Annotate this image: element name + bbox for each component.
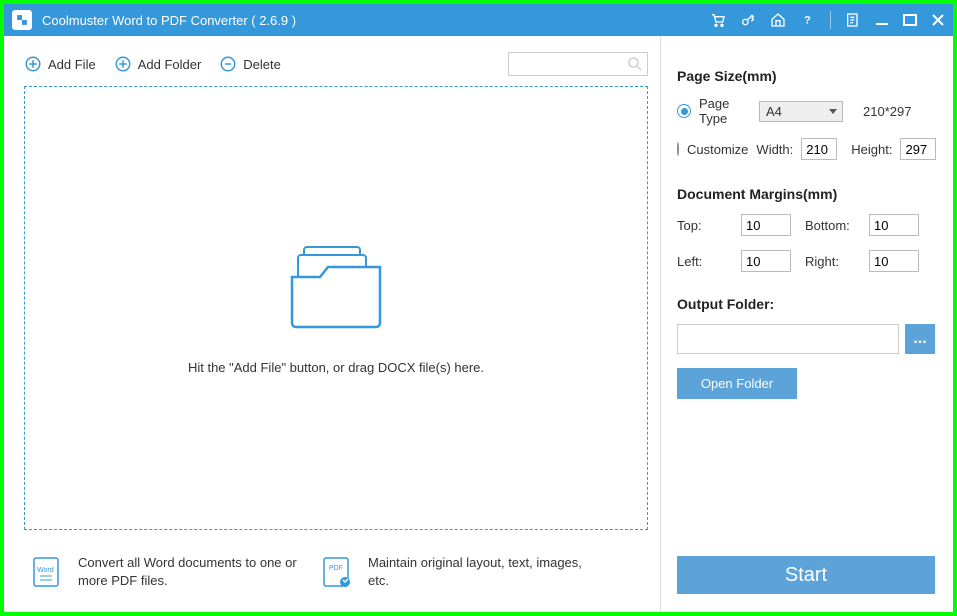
app-icon: [12, 10, 32, 30]
margin-left-label: Left:: [677, 254, 741, 269]
width-label: Width:: [756, 142, 793, 157]
info-maintain-text: Maintain original layout, text, images, …: [368, 554, 588, 589]
help-icon[interactable]: ?: [800, 12, 816, 28]
content: Add File Add Folder Delete: [4, 36, 953, 612]
output-title: Output Folder:: [677, 296, 935, 312]
output-row: ...: [677, 324, 935, 354]
start-button[interactable]: Start: [677, 556, 935, 594]
output-path-input[interactable]: [677, 324, 899, 354]
folder-icon: [286, 241, 386, 336]
key-icon[interactable]: [740, 12, 756, 28]
page-type-row: Page Type A4 210*297: [677, 96, 935, 126]
height-label: Height:: [851, 142, 892, 157]
margin-bottom-input[interactable]: [869, 214, 919, 236]
margin-right-label: Right:: [805, 254, 869, 269]
dropzone[interactable]: Hit the "Add File" button, or drag DOCX …: [24, 86, 648, 530]
titlebar: Coolmuster Word to PDF Converter ( 2.6.9…: [4, 4, 953, 36]
main-panel: Add File Add Folder Delete: [4, 36, 661, 612]
minimize-icon[interactable]: [875, 13, 889, 27]
page-size-title: Page Size(mm): [677, 68, 935, 84]
home-icon[interactable]: [770, 12, 786, 28]
pdf-icon: PDF: [318, 554, 354, 590]
open-folder-button[interactable]: Open Folder: [677, 368, 797, 399]
add-file-button[interactable]: Add File: [24, 55, 96, 73]
add-folder-button[interactable]: Add Folder: [114, 55, 202, 73]
svg-text:?: ?: [804, 14, 811, 26]
delete-button[interactable]: Delete: [219, 55, 281, 73]
page-type-label: Page Type: [699, 96, 751, 126]
customize-radio[interactable]: [677, 142, 679, 156]
delete-label: Delete: [243, 57, 281, 72]
svg-text:PDF: PDF: [329, 565, 343, 572]
maximize-icon[interactable]: [903, 13, 917, 27]
app-window: Coolmuster Word to PDF Converter ( 2.6.9…: [4, 4, 953, 612]
customize-label: Customize: [687, 142, 748, 157]
toolbar: Add File Add Folder Delete: [24, 48, 648, 86]
titlebar-controls: ?: [710, 11, 945, 29]
margin-left-input[interactable]: [741, 250, 791, 272]
bottom-info: Word Convert all Word documents to one o…: [24, 544, 648, 600]
margin-right-input[interactable]: [869, 250, 919, 272]
margin-top-input[interactable]: [741, 214, 791, 236]
browse-button[interactable]: ...: [905, 324, 935, 354]
page-type-radio[interactable]: [677, 104, 691, 118]
add-file-label: Add File: [48, 57, 96, 72]
feedback-icon[interactable]: [845, 12, 861, 28]
info-maintain: PDF Maintain original layout, text, imag…: [318, 554, 588, 590]
search-wrap: [508, 52, 648, 76]
info-convert-text: Convert all Word documents to one or mor…: [78, 554, 298, 589]
add-file-icon: [24, 55, 42, 73]
info-convert: Word Convert all Word documents to one o…: [28, 554, 298, 590]
margin-bottom-label: Bottom:: [805, 218, 869, 233]
search-icon[interactable]: [626, 55, 644, 73]
add-folder-label: Add Folder: [138, 57, 202, 72]
dropzone-text: Hit the "Add File" button, or drag DOCX …: [188, 360, 484, 375]
add-folder-icon: [114, 55, 132, 73]
height-input[interactable]: [900, 138, 936, 160]
sidebar: Page Size(mm) Page Type A4 210*297 Custo…: [661, 36, 953, 612]
page-type-select[interactable]: A4: [759, 101, 843, 122]
delete-icon: [219, 55, 237, 73]
cart-icon[interactable]: [710, 12, 726, 28]
customize-row: Customize Width: Height:: [677, 138, 935, 160]
svg-text:Word: Word: [37, 567, 54, 574]
margins-title: Document Margins(mm): [677, 186, 935, 202]
page-dimensions: 210*297: [863, 104, 911, 119]
word-icon: Word: [28, 554, 64, 590]
width-input[interactable]: [801, 138, 837, 160]
margins-grid: Top: Bottom: Left: Right:: [677, 214, 935, 272]
close-icon[interactable]: [931, 13, 945, 27]
app-title: Coolmuster Word to PDF Converter ( 2.6.9…: [42, 13, 710, 28]
margin-top-label: Top:: [677, 218, 741, 233]
